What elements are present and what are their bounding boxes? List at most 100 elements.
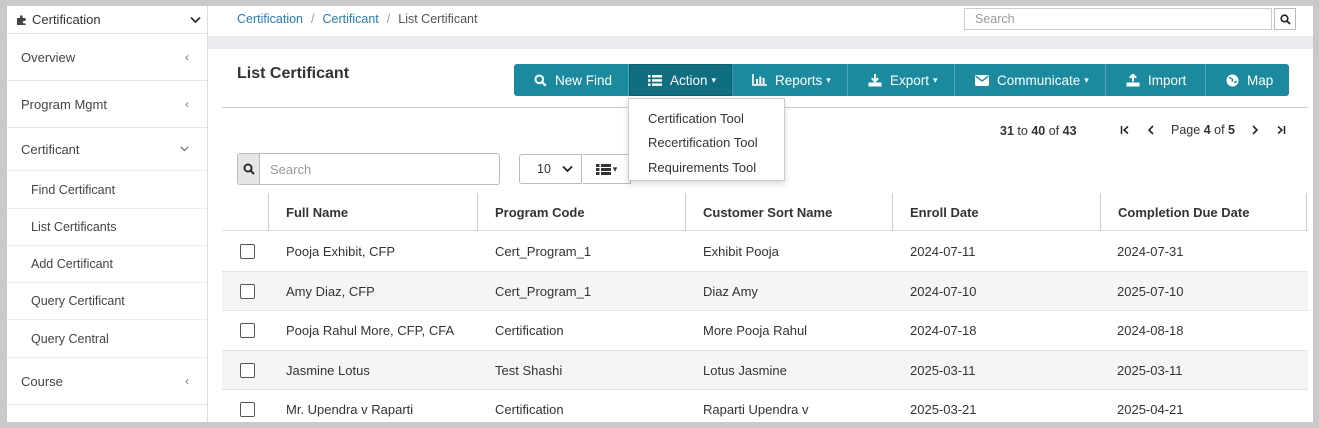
header-band bbox=[208, 36, 1313, 49]
sidebar-sub-query-certificant[interactable]: Query Certificant bbox=[7, 283, 207, 320]
cell-enroll-date: 2024-07-10 bbox=[910, 283, 977, 299]
page-size-value: 10 bbox=[537, 162, 551, 176]
search-icon bbox=[238, 154, 260, 184]
page-size-select[interactable]: 10 bbox=[519, 154, 582, 184]
action-label: Action bbox=[670, 72, 708, 88]
cell-program-code: Cert_Program_1 bbox=[495, 244, 592, 259]
import-label: Import bbox=[1148, 72, 1187, 88]
cell-enroll-date: 2025-03-21 bbox=[910, 402, 977, 417]
cell-completion-due-date: 2024-07-31 bbox=[1117, 244, 1184, 259]
map-button[interactable]: Map bbox=[1206, 64, 1289, 96]
action-dropdown-menu: Certification Tool Recertification Tool … bbox=[628, 98, 785, 181]
pager: Page 4 of 5 bbox=[1119, 122, 1287, 138]
module-selector[interactable]: Certification bbox=[7, 6, 207, 34]
sidebar-item-label: Course bbox=[21, 373, 63, 389]
previous-page-icon[interactable] bbox=[1145, 122, 1157, 138]
sidebar-sub-find-certificant[interactable]: Find Certificant bbox=[7, 171, 207, 209]
column-header-completion-due-date[interactable]: Completion Due Date bbox=[1100, 193, 1307, 231]
current-page: 4 bbox=[1203, 123, 1211, 137]
row-checkbox[interactable] bbox=[240, 283, 255, 299]
cell-full-name: Amy Diaz, CFP bbox=[286, 283, 375, 299]
sidebar-sub-label: Add Certificant bbox=[31, 257, 113, 271]
sidebar-sub-label: Find Certificant bbox=[31, 182, 116, 197]
row-checkbox[interactable] bbox=[240, 323, 255, 338]
breadcrumb-current: List Certificant bbox=[398, 12, 478, 26]
menu-item-recertification-tool[interactable]: Recertification Tool bbox=[629, 131, 784, 156]
cell-customer-sort-name: Raparti Upendra v bbox=[703, 402, 809, 417]
bar-chart-icon bbox=[752, 74, 767, 86]
caret-down-icon: ▾ bbox=[826, 74, 831, 85]
row-checkbox[interactable] bbox=[240, 402, 255, 417]
sidebar-item-course[interactable]: Course ‹ bbox=[7, 358, 207, 405]
sidebar-sub-list-certificants[interactable]: List Certificants bbox=[7, 209, 207, 246]
communicate-button[interactable]: Communicate ▾ bbox=[955, 64, 1106, 96]
breadcrumb: Certification / Certificant / List Certi… bbox=[237, 12, 477, 26]
column-header-enroll-date[interactable]: Enroll Date bbox=[892, 193, 1100, 231]
global-search-button[interactable] bbox=[1274, 8, 1296, 30]
page-word: Page bbox=[1171, 123, 1201, 137]
top-bar: Certification / Certificant / List Certi… bbox=[208, 6, 1313, 36]
table-header: Full Name Program Code Customer Sort Nam… bbox=[222, 193, 1308, 231]
table-row[interactable]: Amy Diaz, CFP Cert_Program_1 Diaz Amy 2024-… bbox=[222, 271, 1308, 311]
cell-customer-sort-name: Exhibit Pooja bbox=[703, 244, 779, 259]
view-mode-select[interactable]: ▾ bbox=[583, 154, 631, 184]
range-of-word: of bbox=[1048, 124, 1060, 138]
global-search-input[interactable]: Search bbox=[964, 8, 1272, 30]
cell-customer-sort-name: Lotus Jasmine bbox=[703, 362, 787, 378]
sidebar-sub-label: Query Certificant bbox=[31, 294, 125, 308]
table-row[interactable]: Pooja Rahul More, CFP, CFA Certification M… bbox=[222, 311, 1308, 351]
caret-down-icon: ▾ bbox=[612, 163, 618, 174]
app-frame: Certification Overview ‹ Program Mgmt ‹ … bbox=[7, 6, 1313, 422]
breadcrumb-certification[interactable]: Certification bbox=[237, 12, 303, 26]
column-header-customer-sort-name[interactable]: Customer Sort Name bbox=[685, 193, 892, 231]
sidebar: Certification Overview ‹ Program Mgmt ‹ … bbox=[7, 6, 208, 422]
grid-search-input[interactable]: Search bbox=[237, 153, 500, 185]
menu-item-requirements-tool[interactable]: Requirements Tool bbox=[629, 155, 784, 180]
sidebar-item-label: Overview bbox=[21, 49, 76, 65]
sidebar-sub-query-central[interactable]: Query Central bbox=[7, 320, 207, 358]
next-page-icon[interactable] bbox=[1249, 122, 1261, 138]
export-label: Export bbox=[890, 72, 930, 88]
cell-completion-due-date: 2025-03-11 bbox=[1117, 362, 1183, 378]
row-checkbox[interactable] bbox=[240, 244, 255, 259]
chevron-left-icon: ‹ bbox=[185, 50, 189, 64]
sidebar-item-overview[interactable]: Overview ‹ bbox=[7, 34, 207, 81]
cell-completion-due-date: 2025-07-10 bbox=[1117, 283, 1184, 299]
search-icon bbox=[534, 74, 547, 87]
sidebar-item-program-mgmt[interactable]: Program Mgmt ‹ bbox=[7, 81, 207, 128]
caret-down-icon: ▾ bbox=[711, 74, 717, 85]
table-row[interactable]: Pooja Exhibit, CFP Cert_Program_1 Exhibit … bbox=[222, 232, 1308, 272]
map-label: Map bbox=[1247, 72, 1274, 88]
action-button[interactable]: Action ▾ bbox=[629, 64, 733, 96]
row-checkbox[interactable] bbox=[240, 362, 255, 378]
column-label: Completion Due Date bbox=[1118, 204, 1250, 220]
column-label: Enroll Date bbox=[910, 204, 979, 220]
cell-program-code: Certification bbox=[495, 323, 564, 338]
new-find-button[interactable]: New Find bbox=[514, 64, 629, 96]
table-row[interactable]: Jasmine Lotus Test Shashi Lotus Jasmine 202… bbox=[222, 350, 1308, 390]
cell-enroll-date: 2024-07-18 bbox=[910, 323, 977, 338]
range-to-word: to bbox=[1017, 124, 1028, 138]
upload-icon bbox=[1126, 73, 1140, 86]
reports-button[interactable]: Reports ▾ bbox=[733, 64, 848, 96]
grid-search-placeholder: Search bbox=[270, 161, 312, 177]
cell-full-name: Pooja Rahul More, CFP, CFA bbox=[286, 323, 455, 338]
import-button[interactable]: Import bbox=[1106, 64, 1206, 96]
sidebar-sub-add-certificant[interactable]: Add Certificant bbox=[7, 246, 207, 283]
table-row[interactable]: Mr. Upendra v Raparti Certification Rapart… bbox=[222, 390, 1308, 422]
range-end: 40 bbox=[1031, 124, 1046, 138]
menu-item-certification-tool[interactable]: Certification Tool bbox=[629, 106, 784, 131]
chevron-left-icon: ‹ bbox=[185, 97, 189, 111]
list-icon bbox=[595, 163, 611, 175]
globe-icon bbox=[1226, 74, 1239, 86]
breadcrumb-separator: / bbox=[311, 12, 315, 26]
last-page-icon[interactable] bbox=[1275, 122, 1287, 138]
sidebar-item-certificant[interactable]: Certificant bbox=[7, 128, 207, 171]
cell-customer-sort-name: More Pooja Rahul bbox=[703, 323, 808, 338]
first-page-icon[interactable] bbox=[1119, 122, 1131, 138]
breadcrumb-certificant[interactable]: Certificant bbox=[322, 12, 378, 26]
export-button[interactable]: Export ▾ bbox=[848, 64, 955, 96]
column-header-full-name[interactable]: Full Name bbox=[268, 193, 477, 231]
search-icon bbox=[1279, 13, 1291, 25]
column-header-program-code[interactable]: Program Code bbox=[477, 193, 685, 231]
